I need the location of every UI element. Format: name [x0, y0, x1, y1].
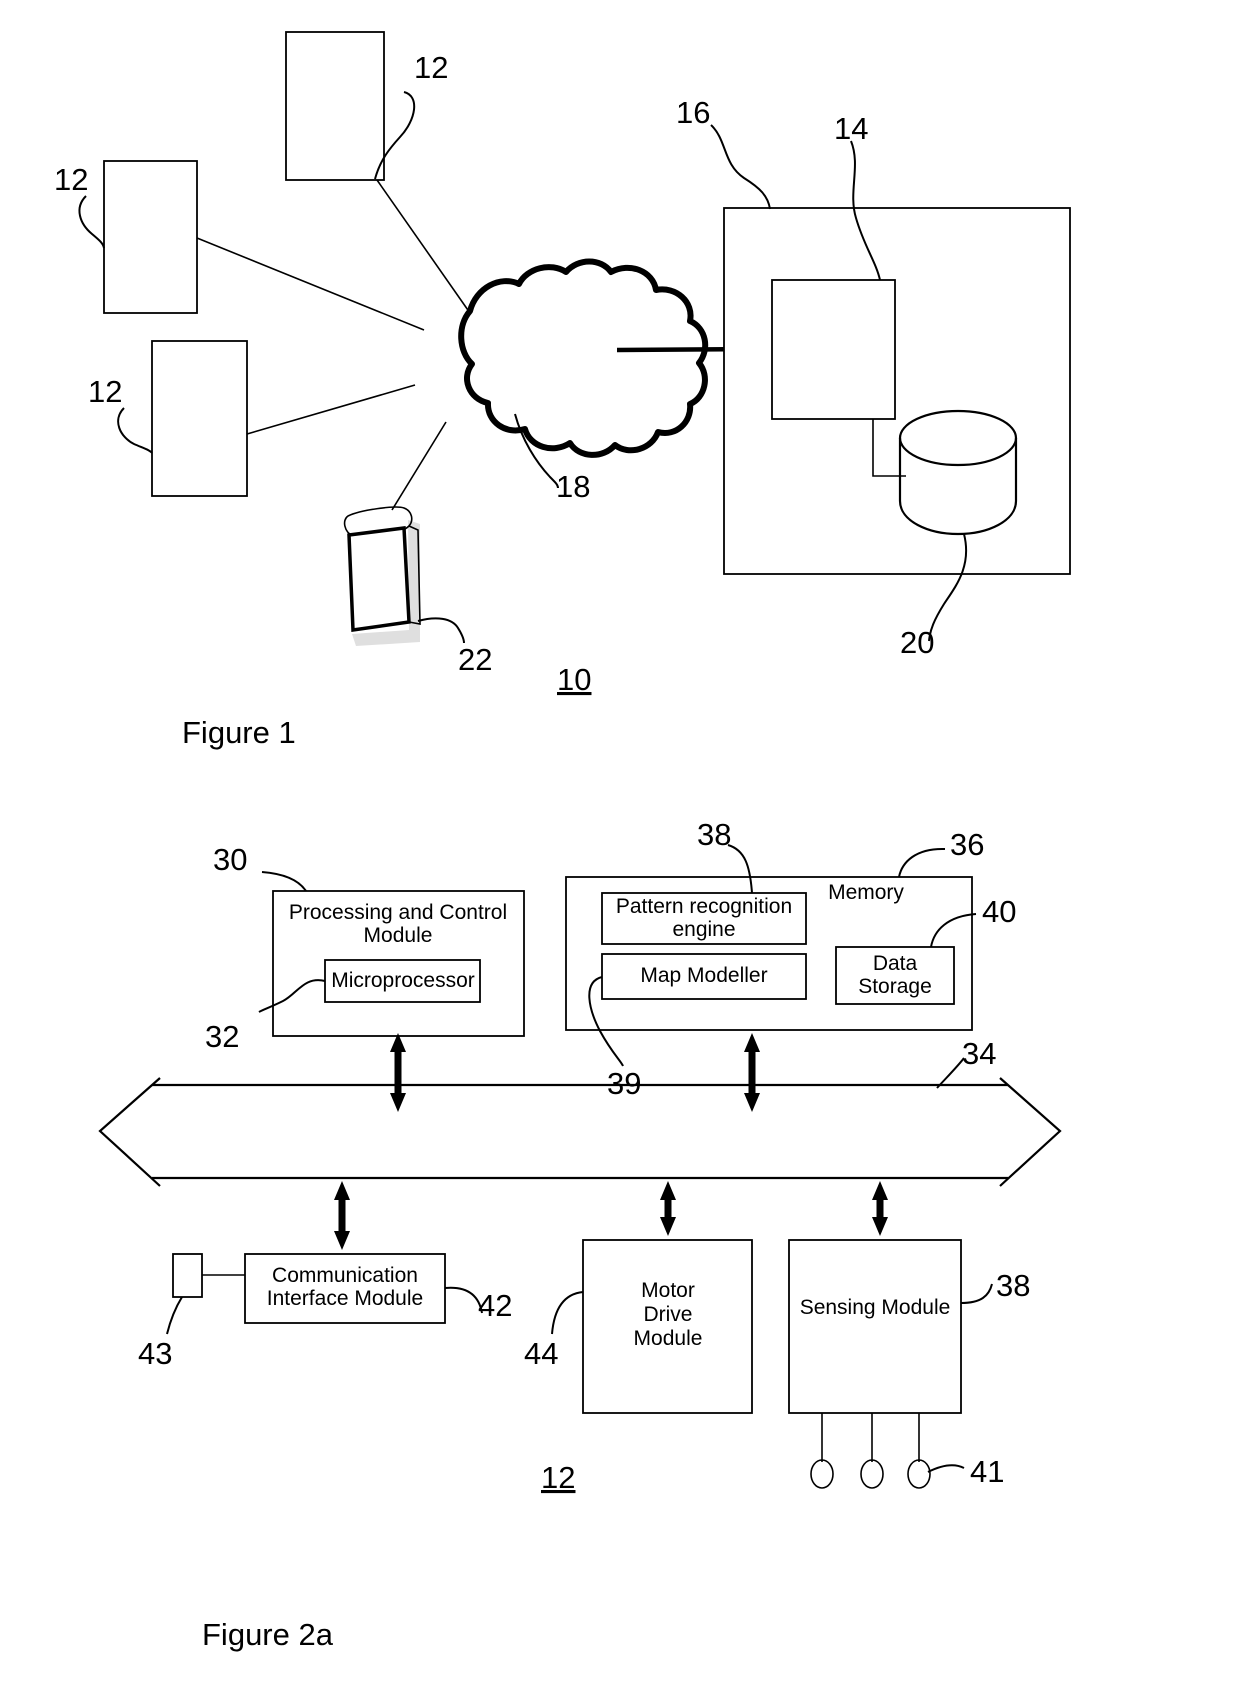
ref-label-14: 14: [834, 111, 868, 146]
data-storage-label-line1: Data: [873, 952, 918, 975]
leader-line-42: [444, 1286, 483, 1314]
ref-label-20: 20: [900, 625, 934, 660]
memory-label: Memory: [828, 881, 904, 904]
ref-label-22: 22: [458, 642, 492, 677]
link-bottom-to-cloud: [246, 384, 416, 435]
sensing-module-box: [788, 1239, 962, 1414]
map-modeller-label: Map Modeller: [640, 964, 767, 987]
bus-arrow-memory: [744, 1033, 760, 1112]
ref-label-38-sensing: 38: [996, 1268, 1030, 1303]
sensor-leads: [821, 1413, 920, 1462]
sensing-module-label: Sensing Module: [800, 1296, 951, 1319]
ref-label-43: 43: [138, 1336, 172, 1371]
leader-line-41: [927, 1464, 965, 1473]
ref-label-32: 32: [205, 1019, 239, 1054]
leader-line-38-sensing: [960, 1283, 993, 1304]
motor-drive-module-label-line3: Module: [634, 1327, 703, 1350]
communication-interface-module-label-line2: Interface Module: [267, 1287, 423, 1310]
leader-line-34: [936, 1057, 965, 1089]
antenna-connector-box: [172, 1253, 203, 1298]
pattern-recognition-engine-label-line1: Pattern recognition: [616, 895, 792, 918]
system-bus: [98, 1077, 1062, 1187]
processing-control-module-label-line2: Module: [364, 924, 433, 947]
processing-control-module-label-line1: Processing and Control: [289, 901, 507, 924]
server-box: [771, 279, 896, 420]
ref-label-40: 40: [982, 894, 1016, 929]
bus-arrow-sensing: [872, 1181, 888, 1236]
ref-label-10: 10: [557, 662, 591, 697]
mobile-device-screen: [347, 526, 411, 633]
figure-2a-caption: Figure 2a: [202, 1617, 334, 1652]
ref-label-42: 42: [478, 1288, 512, 1323]
pattern-recognition-engine-label-line2: engine: [672, 918, 735, 941]
data-storage-label-line2: Storage: [858, 975, 932, 998]
sensor-nodes: [810, 1459, 931, 1489]
communication-interface-module-label-line1: Communication: [272, 1264, 418, 1287]
figures-canvas: 12 12 12 18 22 16 14 20 10 Figure 1 Proc…: [54, 31, 1071, 1652]
ref-label-39: 39: [607, 1066, 641, 1101]
leader-line-30: [261, 871, 307, 892]
ref-label-38-pattern: 38: [697, 817, 731, 852]
ref-label-34: 34: [962, 1036, 996, 1071]
figure-1-caption: Figure 1: [182, 715, 296, 750]
ref-label-41: 41: [970, 1454, 1004, 1489]
ref-label-12-top: 12: [414, 50, 448, 85]
leader-line-12-left: [78, 195, 105, 249]
motor-drive-module-label-line2: Drive: [643, 1303, 692, 1326]
bus-arrow-comm: [334, 1181, 350, 1250]
device-box-top: [285, 31, 385, 181]
ref-label-16: 16: [676, 95, 710, 130]
leader-line-43: [166, 1296, 183, 1335]
device-box-left: [103, 160, 198, 314]
ref-label-12-bottom: 12: [88, 374, 122, 409]
leader-line-22: [417, 617, 465, 644]
ref-label-12-system: 12: [541, 1460, 575, 1495]
figure-2a-group: Processing and Control Module 30 Micropr…: [98, 817, 1062, 1652]
network-cloud-shape: [458, 258, 709, 458]
leader-line-16: [710, 124, 771, 210]
link-left-to-cloud: [196, 237, 425, 331]
ref-label-18: 18: [556, 469, 590, 504]
leader-line-12-bottom: [117, 407, 153, 454]
leader-line-44: [551, 1291, 584, 1335]
ref-label-44: 44: [524, 1336, 558, 1371]
link-mobile-to-cloud: [391, 421, 447, 511]
mobile-device-22: [343, 506, 421, 646]
link-top-to-cloud: [376, 179, 471, 314]
leader-line-36: [898, 847, 946, 878]
bus-arrow-processing: [390, 1033, 406, 1112]
device-box-bottom: [151, 340, 248, 497]
patent-drawing-sheet: 12 12 12 18 22 16 14 20 10 Figure 1 Proc…: [0, 0, 1240, 1699]
microprocessor-label: Microprocessor: [331, 969, 475, 992]
ref-label-30: 30: [213, 842, 247, 877]
motor-drive-module-label-line1: Motor: [641, 1279, 695, 1302]
figure-1-group: 12 12 12 18 22 16 14 20 10 Figure 1: [54, 31, 1071, 750]
ref-label-36: 36: [950, 827, 984, 862]
ref-label-12-left: 12: [54, 162, 88, 197]
bus-arrow-motor: [660, 1181, 676, 1236]
